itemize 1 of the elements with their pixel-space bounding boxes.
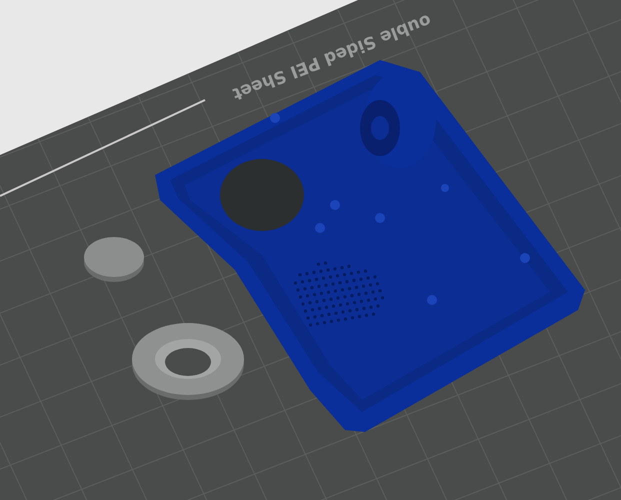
small-disc-drawing [84,237,144,282]
